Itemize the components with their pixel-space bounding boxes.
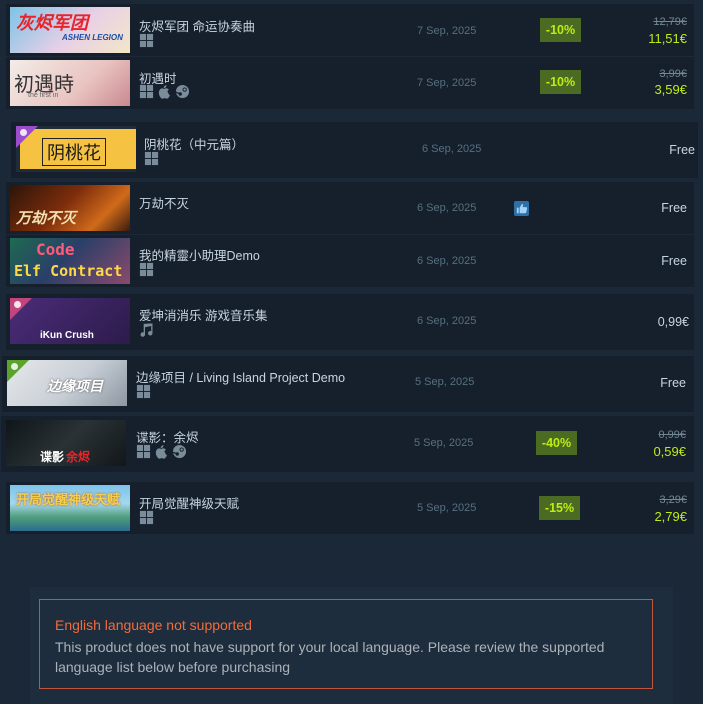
platform-icons xyxy=(139,33,154,48)
discount-badge: -10% xyxy=(540,18,581,42)
release-date: 5 Sep, 2025 xyxy=(417,502,477,514)
capsule-title-text: 万劫不灭 xyxy=(16,210,77,227)
capsule-subtitle-text: Elf Contract xyxy=(14,262,123,280)
game-capsule-image[interactable]: 边缘项目 xyxy=(7,360,127,406)
capsule-accent-text: 余烬 xyxy=(66,450,91,464)
game-row[interactable]: 万劫不灭 万劫不灭 6 Sep, 2025 Free xyxy=(6,182,694,234)
price: Free xyxy=(660,376,686,390)
windows-icon xyxy=(139,510,154,525)
badge-icon xyxy=(11,363,18,370)
language-notice-panel: English language not supported This prod… xyxy=(30,587,673,704)
game-capsule-image[interactable]: iKun Crush xyxy=(10,298,130,344)
platform-icons xyxy=(139,510,154,525)
price: Free xyxy=(669,143,695,157)
price: 0,99€ xyxy=(657,315,689,329)
release-date: 7 Sep, 2025 xyxy=(417,77,477,89)
notice-title: English language not supported xyxy=(55,617,252,633)
windows-icon xyxy=(139,33,154,48)
windows-icon xyxy=(139,262,154,277)
badge-icon xyxy=(14,301,21,308)
game-capsule-image[interactable]: 万劫不灭 xyxy=(10,185,130,231)
thumbs-up-icon xyxy=(514,201,529,221)
game-title[interactable]: 开局觉醒神级天赋 xyxy=(139,493,239,512)
original-price: 0,99€ xyxy=(658,429,686,441)
game-title[interactable]: 阴桃花（中元篇） xyxy=(144,134,244,153)
game-row[interactable]: 初遇時 the first in 初遇时 7 Sep, 2025 -10% 3,99€ 3,… xyxy=(6,57,694,109)
game-capsule-image[interactable]: 开局觉醒神级天赋 xyxy=(10,485,130,531)
game-row[interactable]: 边缘项目 边缘项目 / Living Island Project Demo 5 S… xyxy=(2,356,694,412)
language-notice: English language not supported This prod… xyxy=(39,599,653,689)
original-price: 3,29€ xyxy=(659,494,687,506)
game-title[interactable]: 我的精靈小助理Demo xyxy=(139,245,260,264)
capsule-subtitle-text: the first in xyxy=(28,92,59,99)
game-row[interactable]: Code Elf Contract 我的精靈小助理Demo 6 Sep, 2025 Fr… xyxy=(6,235,694,287)
platform-icons xyxy=(139,322,154,337)
platform-icons xyxy=(144,151,159,166)
final-price: 11,51€ xyxy=(648,31,687,46)
capsule-corner-badge xyxy=(16,126,38,148)
original-price: 12,79€ xyxy=(653,16,687,28)
game-row[interactable]: iKun Crush 爱坤消消乐 游戏音乐集 6 Sep, 2025 0,99€ xyxy=(6,294,694,350)
mac-icon xyxy=(154,444,169,459)
game-row[interactable]: 谍影 余烬 谍影：余烬 5 Sep, 2025 -40% 0,99€ 0,59€ xyxy=(1,416,694,472)
game-capsule-image[interactable]: Code Elf Contract xyxy=(10,238,130,284)
game-row[interactable]: 开局觉醒神级天赋 开局觉醒神级天赋 5 Sep, 2025 -15% 3,29€ 2,79… xyxy=(6,482,694,534)
original-price: 3,99€ xyxy=(659,68,687,80)
platform-icons xyxy=(136,384,151,399)
release-date: 6 Sep, 2025 xyxy=(417,315,477,327)
platform-icons xyxy=(136,444,187,459)
notice-body: This product does not have support for y… xyxy=(55,639,605,675)
game-title[interactable]: 灰烬军团 命运协奏曲 xyxy=(139,16,255,35)
game-capsule-image[interactable]: 阴桃花 xyxy=(16,126,136,172)
final-price: 3,59€ xyxy=(654,82,687,97)
game-title[interactable]: 爱坤消消乐 游戏音乐集 xyxy=(139,305,267,324)
release-date: 6 Sep, 2025 xyxy=(422,143,482,155)
game-row[interactable]: 灰烬军团 ASHEN LEGION 灰烬军团 命运协奏曲 7 Sep, 2025 -10… xyxy=(6,4,694,56)
steam-icon xyxy=(175,84,190,99)
release-date: 7 Sep, 2025 xyxy=(417,25,477,37)
release-date: 6 Sep, 2025 xyxy=(417,202,477,214)
capsule-title-text: Code xyxy=(36,240,75,259)
capsule-title-text: 阴桃花 xyxy=(42,138,106,166)
price: Free xyxy=(661,201,687,215)
platform-icons xyxy=(139,84,190,99)
game-capsule-image[interactable]: 灰烬军团 ASHEN LEGION xyxy=(10,7,130,53)
music-icon xyxy=(139,322,154,337)
final-price: 0,59€ xyxy=(653,444,686,459)
steam-icon xyxy=(172,444,187,459)
capsule-subtitle-text: ASHEN LEGION xyxy=(62,33,123,42)
capsule-title-text: 谍影 xyxy=(40,450,65,464)
release-date: 5 Sep, 2025 xyxy=(415,376,475,388)
capsule-title-text: 开局觉醒神级天赋 xyxy=(16,492,121,507)
game-title[interactable]: 边缘项目 / Living Island Project Demo xyxy=(136,367,345,386)
windows-icon xyxy=(136,384,151,399)
windows-icon xyxy=(136,444,151,459)
mac-icon xyxy=(157,84,172,99)
game-capsule-image[interactable]: 谍影 余烬 xyxy=(6,420,126,466)
release-date: 6 Sep, 2025 xyxy=(417,255,477,267)
price: Free xyxy=(661,254,687,268)
badge-icon xyxy=(20,129,27,136)
capsule-title-text: 灰烬军团 xyxy=(16,13,88,33)
game-row[interactable]: 阴桃花 阴桃花（中元篇） 6 Sep, 2025 Free xyxy=(11,122,698,178)
capsule-corner-badge xyxy=(7,360,29,382)
platform-icons xyxy=(139,262,154,277)
discount-badge: -15% xyxy=(539,496,580,520)
windows-icon xyxy=(139,84,154,99)
discount-badge: -40% xyxy=(536,431,577,455)
final-price: 2,79€ xyxy=(654,509,687,524)
discount-badge: -10% xyxy=(540,70,581,94)
capsule-corner-badge xyxy=(10,298,32,320)
capsule-title-text: iKun Crush xyxy=(40,330,94,341)
windows-icon xyxy=(144,151,159,166)
game-title[interactable]: 万劫不灭 xyxy=(139,193,189,212)
game-capsule-image[interactable]: 初遇時 the first in xyxy=(10,60,130,106)
release-date: 5 Sep, 2025 xyxy=(414,437,474,449)
capsule-title-text: 边缘项目 xyxy=(47,378,103,394)
